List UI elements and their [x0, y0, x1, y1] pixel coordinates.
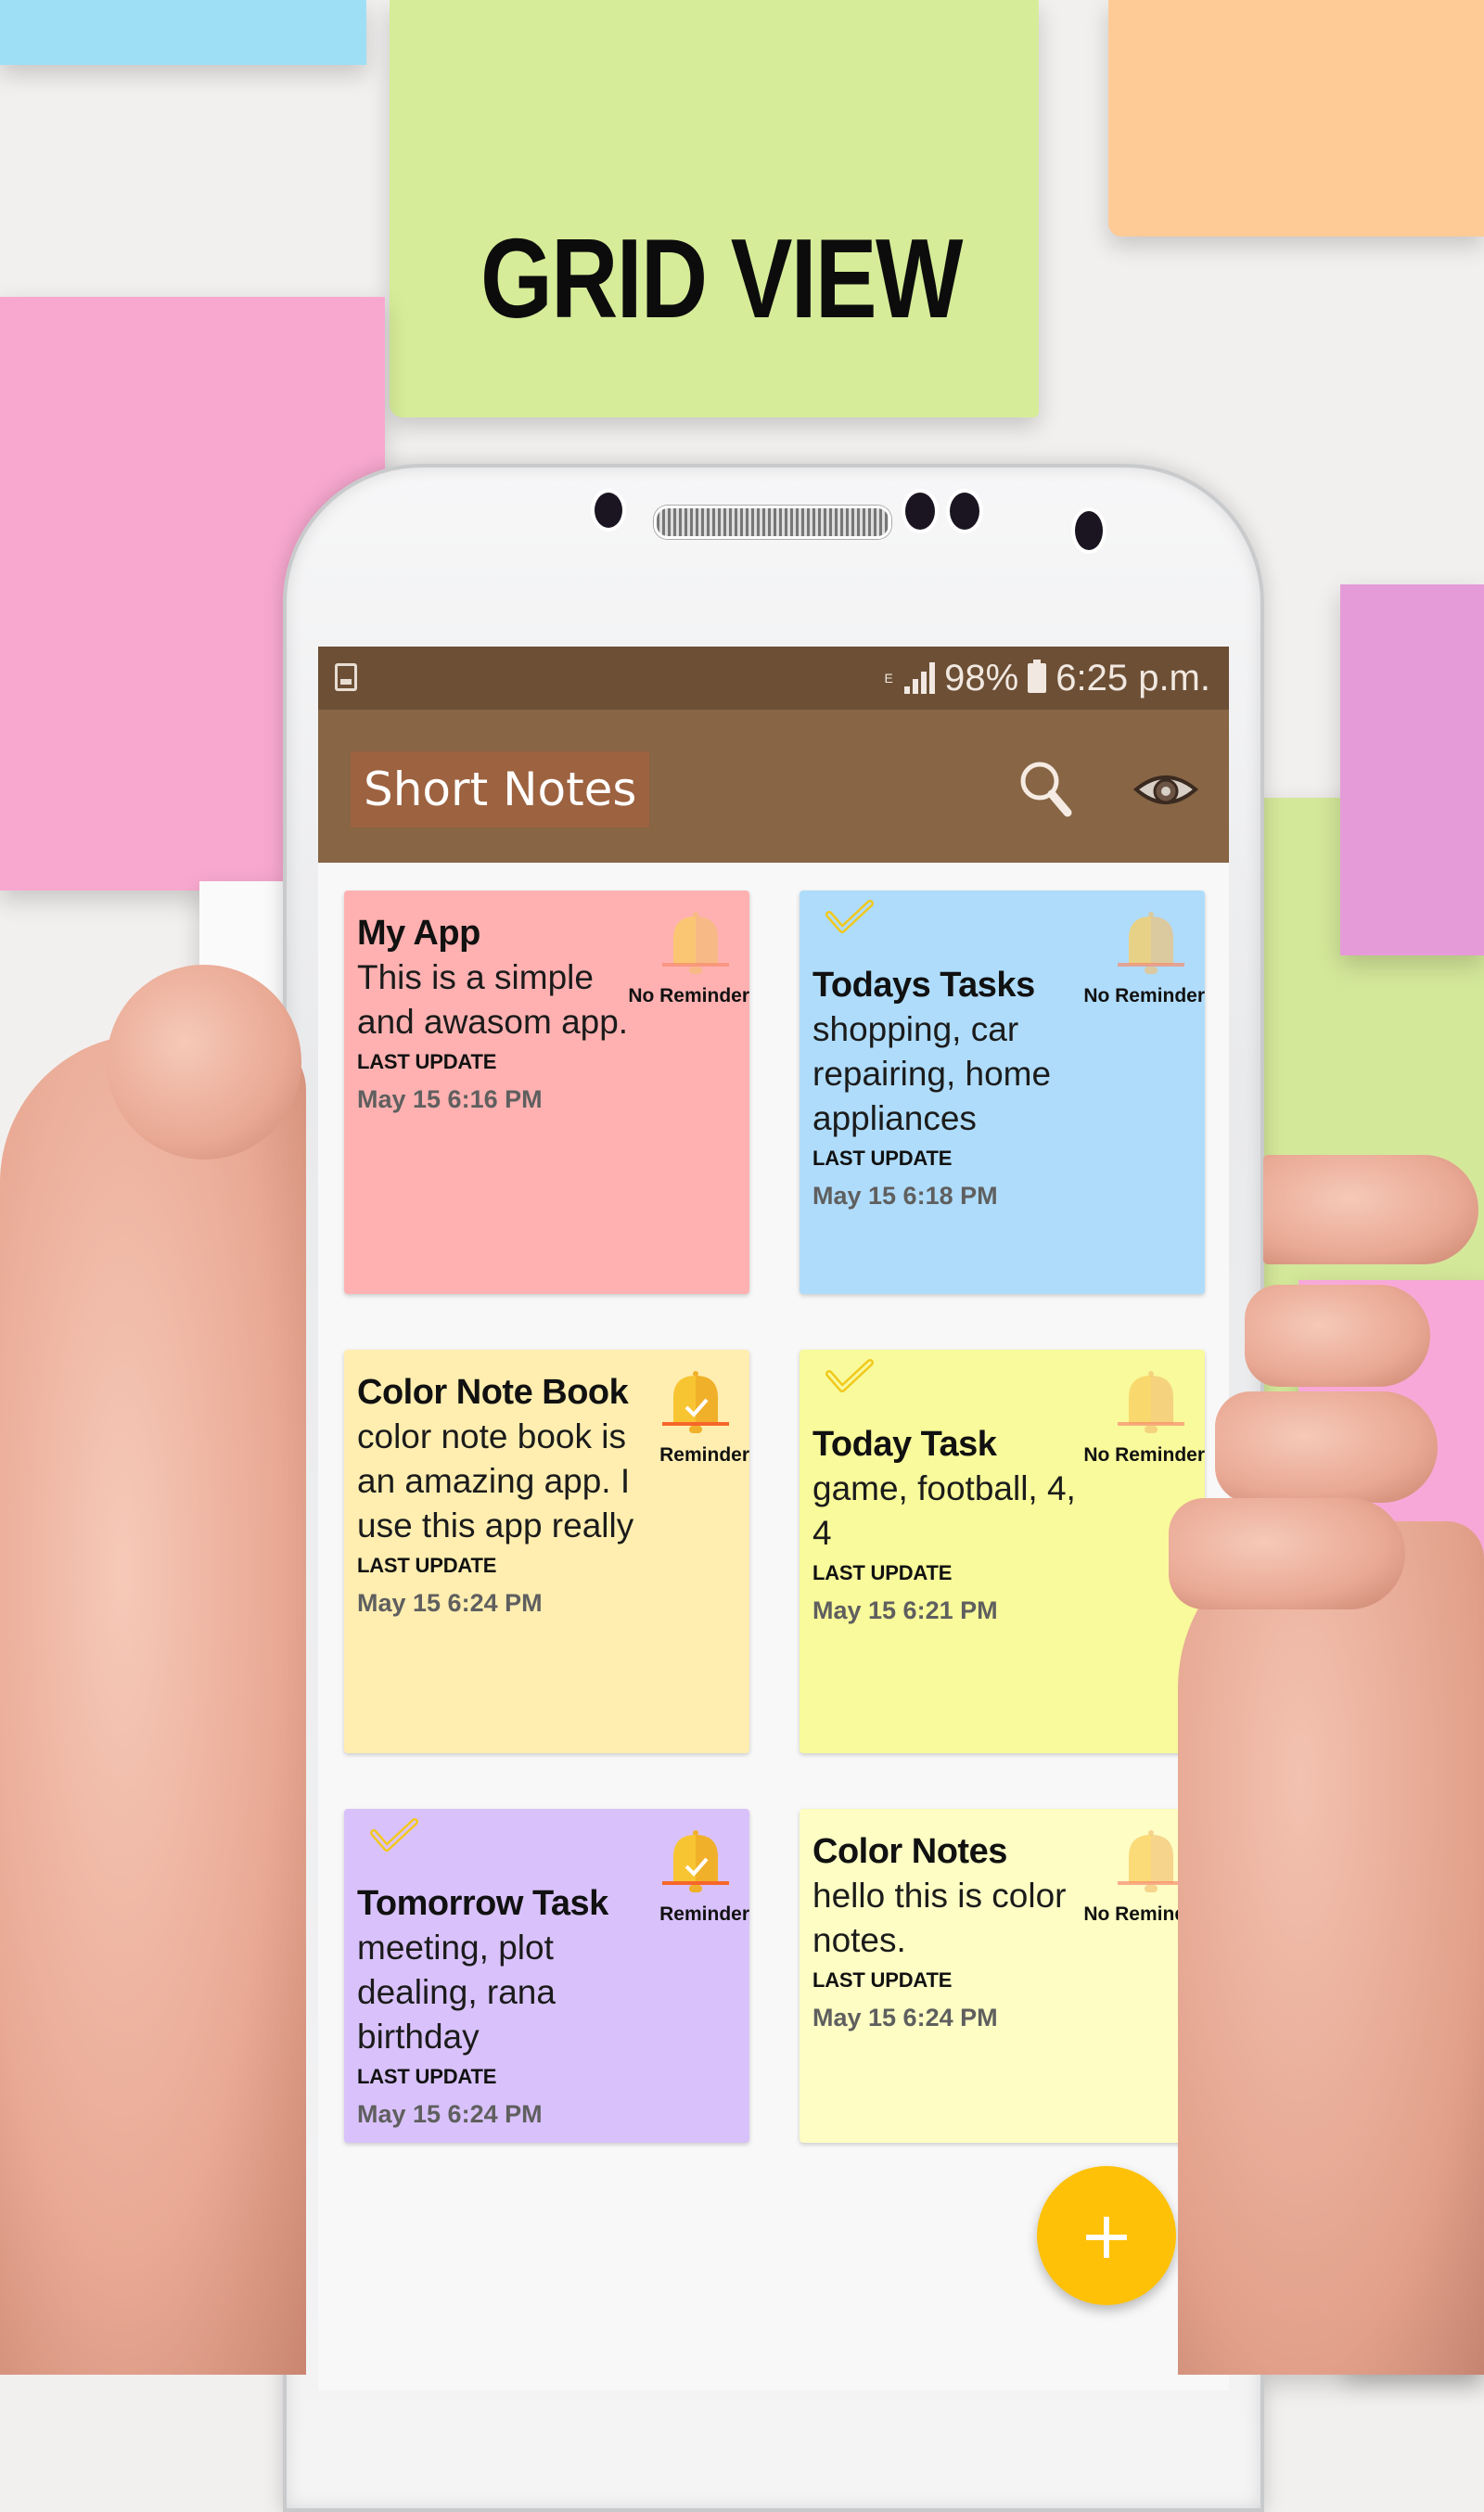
reminder-label: No Reminder — [628, 985, 749, 1006]
reminder-label: No Reminder — [1083, 985, 1205, 1006]
background-sheet-green — [390, 0, 1039, 417]
battery-icon — [1028, 660, 1047, 693]
bell-reminder-off-icon — [1118, 1371, 1184, 1433]
last-update-time: May 15 6:16 PM — [357, 1085, 543, 1113]
app-title: Short Notes — [351, 751, 650, 827]
last-update-label: LAST UPDATE — [357, 1050, 497, 1073]
note-body: shopping, car repairing, home appliances — [812, 1010, 1052, 1137]
last-update-time: May 15 6:24 PM — [357, 2100, 543, 2128]
note-body: color note book is an amazing app. I use… — [357, 1417, 634, 1544]
last-update-label: LAST UPDATE — [812, 1147, 953, 1170]
background-sheet-purple — [1340, 584, 1484, 955]
last-update-label: LAST UPDATE — [812, 1968, 953, 1992]
last-update-time: May 15 6:21 PM — [812, 1596, 998, 1624]
completed-check-icon[interactable] — [368, 1814, 420, 1855]
last-update-label: LAST UPDATE — [357, 1554, 497, 1577]
reminder-toggle[interactable]: Reminder — [624, 1826, 749, 1926]
earpiece-speaker — [654, 506, 891, 539]
note-card[interactable]: Todays Tasks shopping, car repairing, hom… — [800, 891, 1205, 1294]
note-body: meeting, plot dealing, rana birthday — [357, 1929, 556, 2056]
reminder-toggle[interactable]: No Reminder — [624, 907, 749, 1007]
reminder-label: Reminder — [659, 1444, 749, 1466]
add-note-button[interactable]: + — [1037, 2166, 1176, 2305]
last-update-label: LAST UPDATE — [812, 1561, 953, 1584]
last-update-time: May 15 6:24 PM — [812, 2004, 998, 2031]
right-hand-finger — [1263, 1155, 1478, 1264]
search-button[interactable] — [1014, 756, 1079, 821]
note-body: This is a simple and awasom app. — [357, 958, 629, 1041]
eye-icon — [1132, 775, 1199, 804]
phone-screen: E 98% 6:25 p.m. Short Notes My App This i… — [318, 647, 1229, 2390]
bell-reminder-on-icon — [662, 1830, 729, 1892]
right-hand-finger — [1245, 1285, 1430, 1387]
completed-check-icon[interactable] — [824, 896, 876, 937]
image-notification-icon — [335, 663, 357, 691]
left-hand-thumb — [0, 1034, 306, 2375]
bell-reminder-off-icon — [1118, 1830, 1184, 1892]
right-hand-palm — [1178, 1521, 1484, 2375]
reminder-toggle[interactable]: No Reminder — [1080, 907, 1205, 1007]
background-sheet-blue — [0, 0, 366, 65]
app-bar: Short Notes — [318, 710, 1229, 863]
left-thumb-tip — [107, 965, 301, 1160]
add-icon: + — [1079, 2198, 1134, 2274]
last-update-time: May 15 6:18 PM — [812, 1182, 998, 1210]
search-icon — [1020, 762, 1072, 817]
light-sensor-icon — [946, 489, 983, 533]
banner-title: GRID VIEW — [480, 215, 963, 341]
note-card[interactable]: My App This is a simple and awasom app. LA… — [344, 891, 749, 1294]
reminder-label: No Reminder — [1083, 1444, 1205, 1466]
note-card[interactable]: Tomorrow Task meeting, plot dealing, rana… — [344, 1809, 749, 2143]
note-card[interactable]: Color Note Book color note book is an ama… — [344, 1350, 749, 1753]
background-sheet-orange — [1108, 0, 1484, 237]
bell-reminder-off-icon — [1118, 912, 1184, 974]
last-update-time: May 15 6:24 PM — [357, 1589, 543, 1617]
note-card[interactable]: Color Notes hello this is color notes. LAS… — [800, 1809, 1205, 2143]
view-toggle-button[interactable] — [1132, 763, 1199, 819]
right-hand-finger — [1169, 1498, 1405, 1609]
completed-check-icon[interactable] — [824, 1355, 876, 1396]
front-sensor-icon — [591, 489, 626, 532]
status-time: 6:25 p.m. — [1055, 657, 1210, 698]
status-bar: E 98% 6:25 p.m. — [318, 647, 1229, 710]
note-card[interactable]: Today Task game, football, 4, 4 LAST UPDAT… — [800, 1350, 1205, 1753]
bell-reminder-on-icon — [662, 1371, 729, 1433]
last-update-label: LAST UPDATE — [357, 2065, 497, 2088]
reminder-toggle[interactable]: Reminder — [624, 1366, 749, 1467]
proximity-sensor-icon — [902, 489, 939, 533]
note-body: hello this is color notes. — [812, 1877, 1067, 1959]
battery-percent: 98% — [944, 657, 1019, 698]
reminder-toggle[interactable]: No Reminder — [1080, 1366, 1205, 1467]
reminder-label: Reminder — [659, 1903, 749, 1925]
signal-strength-icon — [904, 662, 936, 694]
network-type: E — [884, 671, 893, 686]
right-hand-finger — [1215, 1391, 1438, 1503]
status-indicators: E 98% 6:25 p.m. — [882, 656, 1211, 700]
bell-reminder-off-icon — [662, 912, 729, 974]
front-camera-icon — [1071, 507, 1107, 554]
note-body: game, football, 4, 4 — [812, 1469, 1076, 1552]
